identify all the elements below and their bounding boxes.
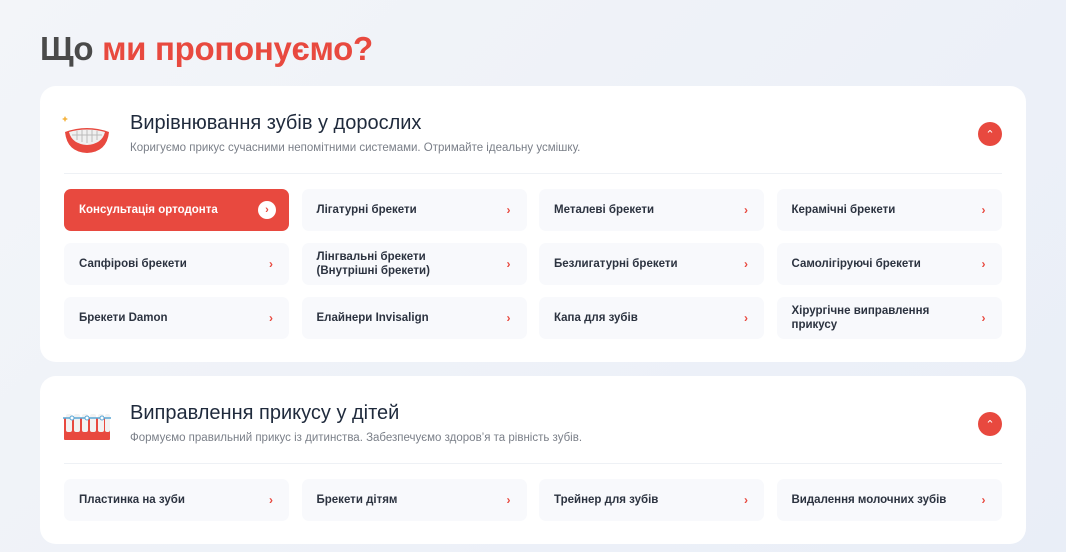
service-label: Самолігіруючі брекети [791, 258, 921, 270]
service-label: Сапфірові брекети [79, 258, 187, 270]
service-item[interactable]: Капа для зубів › [539, 297, 764, 339]
service-item[interactable]: Безлигатурні брекети › [539, 243, 764, 285]
smile-braces-icon [62, 116, 109, 153]
chevron-right-icon: › [506, 493, 511, 507]
service-item[interactable]: Пластинка на зуби › [64, 479, 289, 521]
chevron-right-icon: › [269, 311, 273, 325]
service-label: Металеві брекети [554, 204, 655, 216]
service-label: Лінгвальні брекети (Внутрішні брекети) [316, 251, 430, 277]
chevron-right-icon: › [506, 311, 511, 325]
section-adults: Вирівнювання зубів у дорослих Коригуємо … [40, 86, 1026, 362]
chevron-right-icon: › [744, 311, 748, 325]
title-plain: Що [40, 30, 94, 67]
service-label: Брекети Damon [79, 312, 168, 324]
section-subtitle: Коригуємо прикус сучасними непомітними с… [130, 142, 581, 154]
service-label: Видалення молочних зубів [791, 494, 947, 506]
teeth-braces-icon [63, 414, 111, 440]
chevron-right-icon: › [981, 203, 986, 217]
chevron-right-icon: › [744, 493, 748, 507]
service-item[interactable]: Лігатурні брекети › [301, 189, 527, 231]
service-label: Пластинка на зуби [79, 494, 185, 506]
service-label: Елайнери Invisalign [316, 312, 429, 324]
service-item[interactable]: Хірургічне виправлення прикусу › [776, 297, 1002, 339]
service-label: Брекети дітям [316, 494, 398, 506]
service-label: Лігатурні брекети [316, 204, 417, 216]
divider [64, 463, 1002, 464]
section-subtitle: Формуємо правильний прикус із дитинства.… [130, 432, 583, 444]
chevron-right-icon: › [981, 311, 986, 325]
section-title: Виправлення прикусу у дітей [130, 402, 400, 424]
collapse-button[interactable]: ⌃ [978, 122, 1002, 146]
chevron-right-icon: › [744, 203, 748, 217]
service-item[interactable]: Елайнери Invisalign › [301, 297, 527, 339]
chevron-up-icon: ⌃ [985, 418, 995, 431]
service-grid: Консультація ортодонта › Лігатурні брекети… [64, 189, 1002, 339]
service-item[interactable]: Металеві брекети › [539, 189, 764, 231]
page-title: Що ми пропонуємо? [40, 30, 373, 68]
service-item[interactable]: Сапфірові брекети › [64, 243, 289, 285]
service-label: Керамічні брекети [791, 204, 896, 216]
chevron-right-icon: › [506, 203, 511, 217]
service-item[interactable]: Самолігіруючі брекети › [776, 243, 1002, 285]
service-label: Хірургічне виправлення прикусу [791, 305, 930, 331]
chevron-right-icon: › [981, 257, 986, 271]
collapse-button[interactable]: ⌃ [978, 412, 1002, 436]
service-label: Капа для зубів [554, 312, 638, 324]
chevron-right-icon: › [981, 493, 986, 507]
service-item[interactable]: Брекети дітям › [301, 479, 527, 521]
chevron-right-icon: › [269, 493, 273, 507]
service-item[interactable]: Видалення молочних зубів › [776, 479, 1002, 521]
chevron-right-icon: › [269, 257, 273, 271]
service-item[interactable]: Консультація ортодонта › [64, 189, 289, 231]
service-grid: Пластинка на зуби › Брекети дітям › Трейнер … [64, 479, 1002, 521]
chevron-right-icon: › [744, 257, 748, 271]
title-accent: ми пропонуємо? [102, 30, 373, 67]
chevron-right-icon: › [258, 201, 276, 219]
service-item[interactable]: Лінгвальні брекети (Внутрішні брекети) › [301, 243, 527, 285]
chevron-right-icon: › [506, 257, 511, 271]
service-label: Безлигатурні брекети [554, 258, 678, 270]
section-children: Виправлення прикусу у дітей Формуємо пра… [40, 376, 1026, 544]
service-item[interactable]: Трейнер для зубів › [539, 479, 764, 521]
service-item[interactable]: Керамічні брекети › [776, 189, 1002, 231]
divider [64, 173, 1002, 174]
chevron-up-icon: ⌃ [985, 128, 995, 141]
section-title: Вирівнювання зубів у дорослих [130, 112, 422, 134]
service-item[interactable]: Брекети Damon › [64, 297, 289, 339]
service-label: Трейнер для зубів [554, 494, 659, 506]
service-label: Консультація ортодонта [79, 204, 218, 216]
